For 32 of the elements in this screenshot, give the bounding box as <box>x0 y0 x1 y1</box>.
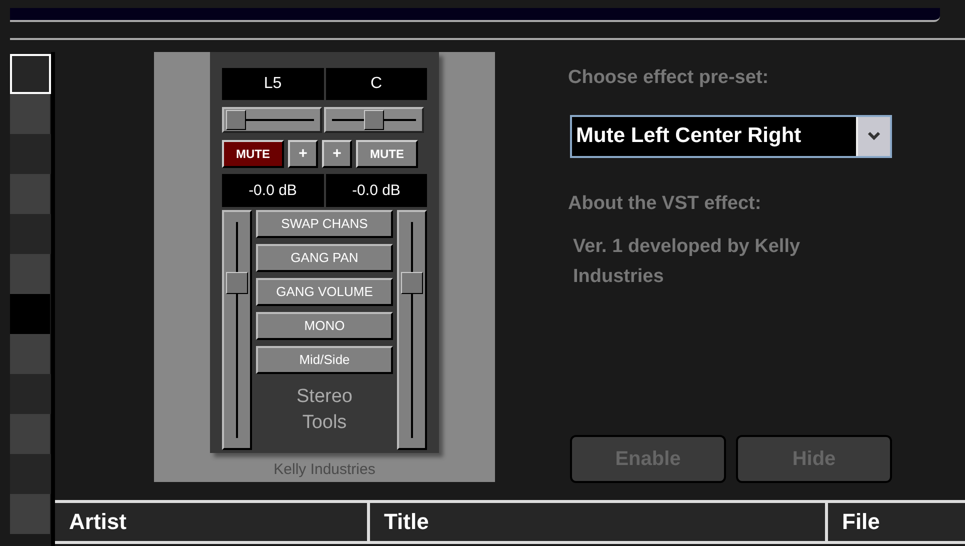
channel-label: C <box>326 68 427 100</box>
plugin-name: Stereo Tools <box>296 385 354 435</box>
slider-thumb[interactable] <box>226 272 248 294</box>
db-reading: -0.0 dB <box>326 174 427 207</box>
column-header[interactable]: File <box>825 503 965 541</box>
volume-slider[interactable] <box>222 210 252 450</box>
slider-thumb[interactable] <box>364 110 384 130</box>
db-reading: -0.0 dB <box>222 174 324 207</box>
effect-button[interactable]: Mid/Side <box>256 346 393 374</box>
preset-dropdown[interactable]: Mute Left Center Right <box>570 114 892 158</box>
vendor-name: Kelly Industries <box>274 460 376 480</box>
list-row[interactable] <box>10 54 51 94</box>
column-header[interactable]: Title <box>367 503 825 541</box>
mute-button[interactable]: MUTE <box>356 140 418 168</box>
about-text: Ver. 1 developed by Kelly Industries <box>573 235 802 289</box>
plus-button[interactable]: + <box>322 140 352 168</box>
column-header[interactable]: Artist <box>55 503 367 541</box>
effect-button[interactable]: GANG VOLUME <box>256 278 393 306</box>
slider-thumb[interactable] <box>401 272 423 294</box>
effect-button[interactable]: SWAP CHANS <box>256 210 393 238</box>
mute-button[interactable]: MUTE <box>222 140 284 168</box>
preset-label: Choose effect pre-set: <box>568 66 770 90</box>
channel-label: L5 <box>222 68 324 100</box>
pan-slider[interactable] <box>222 107 322 133</box>
effect-button[interactable]: MONO <box>256 312 393 340</box>
about-label: About the VST effect: <box>568 192 762 216</box>
chevron-down-icon <box>867 131 881 141</box>
pan-slider[interactable] <box>324 107 424 133</box>
effect-button[interactable]: GANG PAN <box>256 244 393 272</box>
slider-thumb[interactable] <box>226 110 246 130</box>
plus-button[interactable]: + <box>288 140 318 168</box>
volume-slider[interactable] <box>397 210 427 450</box>
